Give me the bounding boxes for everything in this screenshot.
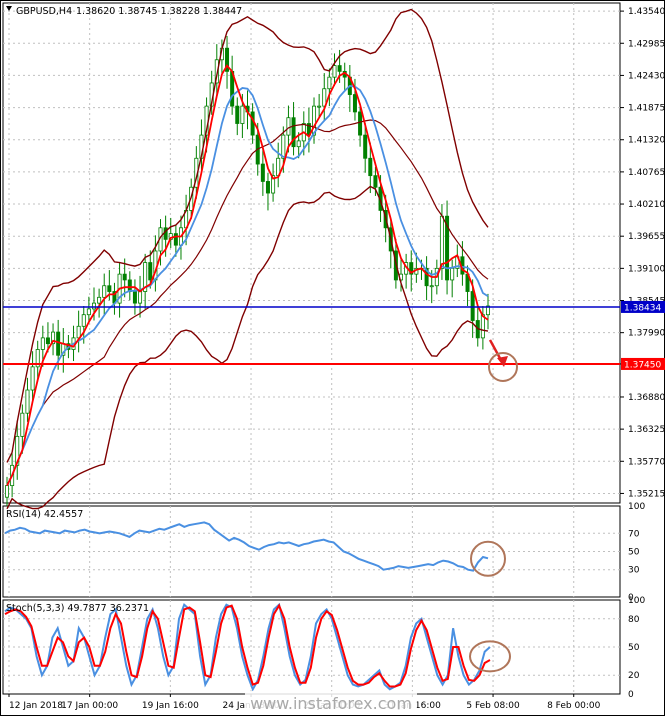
candle-body xyxy=(20,412,25,437)
x-tick-label: 12 Jan 2018 xyxy=(9,701,63,711)
y-tick-label: 1.42430 xyxy=(628,71,665,81)
x-tick-label: 19 Jan 16:00 xyxy=(142,701,199,711)
target-price-label: 1.37450 xyxy=(624,360,661,370)
y-tick-label: 1.37990 xyxy=(628,329,665,339)
candle-body xyxy=(107,285,112,292)
candle-body xyxy=(25,389,30,414)
gbpusd-chart: 1.43540 1.42985 1.42430 1.41875 1.41320 1.407… xyxy=(0,0,665,716)
rsi-tick-label: 70 xyxy=(628,529,640,539)
y-tick-label: 1.41875 xyxy=(628,104,665,114)
candle-body xyxy=(240,105,245,124)
candle-body xyxy=(91,302,96,310)
x-tick-label: 8 Feb 00:00 xyxy=(547,701,601,711)
y-tick-label: 1.42985 xyxy=(628,39,665,49)
rsi-title: RSI(14) 42.4557 xyxy=(6,509,83,520)
stoch-tick-label: 50 xyxy=(628,643,640,653)
candle-body xyxy=(429,285,434,288)
candle-body xyxy=(363,134,368,159)
candle-body xyxy=(332,65,337,78)
candle-body xyxy=(127,279,132,292)
rsi-tick-label: 50 xyxy=(628,548,640,558)
y-tick-label: 1.35215 xyxy=(628,489,665,499)
chart-root: 1.43540 1.42985 1.42430 1.41875 1.41320 1.407… xyxy=(0,0,665,716)
y-tick-label: 1.36880 xyxy=(628,393,665,403)
candle-body xyxy=(358,111,363,136)
candle-body xyxy=(296,140,301,148)
main-pane-frame xyxy=(2,2,621,504)
rsi-tick-label: 100 xyxy=(628,502,645,512)
current-price-label: 1.38434 xyxy=(624,303,661,313)
candle-body xyxy=(132,291,137,304)
chart-symbol: GBPUSD,H4 xyxy=(16,6,72,17)
rsi-pane-frame xyxy=(2,505,621,598)
x-tick-label: 5 Feb 08:00 xyxy=(466,701,520,711)
candle-body xyxy=(337,65,342,72)
candle-body xyxy=(470,291,475,321)
y-tick-label: 1.36325 xyxy=(628,425,665,435)
y-tick-label: 1.41320 xyxy=(628,136,665,146)
candle-body xyxy=(56,331,61,356)
stoch-tick-label: 80 xyxy=(628,615,640,625)
candle-body xyxy=(40,337,45,350)
y-tick-label: 1.39655 xyxy=(628,232,665,242)
candle-body xyxy=(281,134,286,159)
candle-body xyxy=(102,285,107,298)
rsi-tick-label: 30 xyxy=(628,566,640,576)
candle-body xyxy=(148,262,153,281)
candle-body xyxy=(373,175,378,188)
chart-ohlc: 1.38620 1.38745 1.38228 1.38447 xyxy=(76,6,242,17)
candle-body xyxy=(439,215,444,269)
x-tick-label: 17 Jan 00:00 xyxy=(61,701,118,711)
candle-body xyxy=(173,233,178,246)
y-tick-label: 1.43540 xyxy=(628,7,665,17)
y-tick-label: 1.40210 xyxy=(628,200,665,210)
candle-body xyxy=(286,117,291,136)
candle-body xyxy=(5,485,10,498)
candle-body xyxy=(81,314,86,327)
candle-body xyxy=(122,273,127,281)
candle-body xyxy=(260,163,265,182)
candle-body xyxy=(352,94,357,113)
stoch-tick-label: 20 xyxy=(628,671,640,681)
stoch-tick-label: 100 xyxy=(628,596,645,606)
watermark-text: www.instaforex.com xyxy=(250,694,412,713)
candle-body xyxy=(235,105,240,124)
candle-body xyxy=(480,314,485,339)
y-tick-label: 1.35770 xyxy=(628,457,665,467)
candle-body xyxy=(30,366,35,391)
candle-body xyxy=(368,157,373,177)
candle-body xyxy=(45,337,50,345)
candle-body xyxy=(97,296,102,304)
candle-body xyxy=(450,267,455,281)
stoch-tick-label: 0 xyxy=(628,690,634,700)
candle-body xyxy=(265,181,270,194)
candle-body xyxy=(138,291,143,304)
candle-body xyxy=(327,76,332,90)
candle-body xyxy=(86,308,91,316)
y-tick-label: 1.39100 xyxy=(628,264,665,274)
candle-body xyxy=(317,105,322,108)
candle-body xyxy=(250,111,255,136)
y-tick-label: 1.40765 xyxy=(628,168,665,178)
candle-body xyxy=(76,325,81,339)
stoch-title: Stoch(5,3,3) 49.7877 36.2371 xyxy=(6,603,149,614)
